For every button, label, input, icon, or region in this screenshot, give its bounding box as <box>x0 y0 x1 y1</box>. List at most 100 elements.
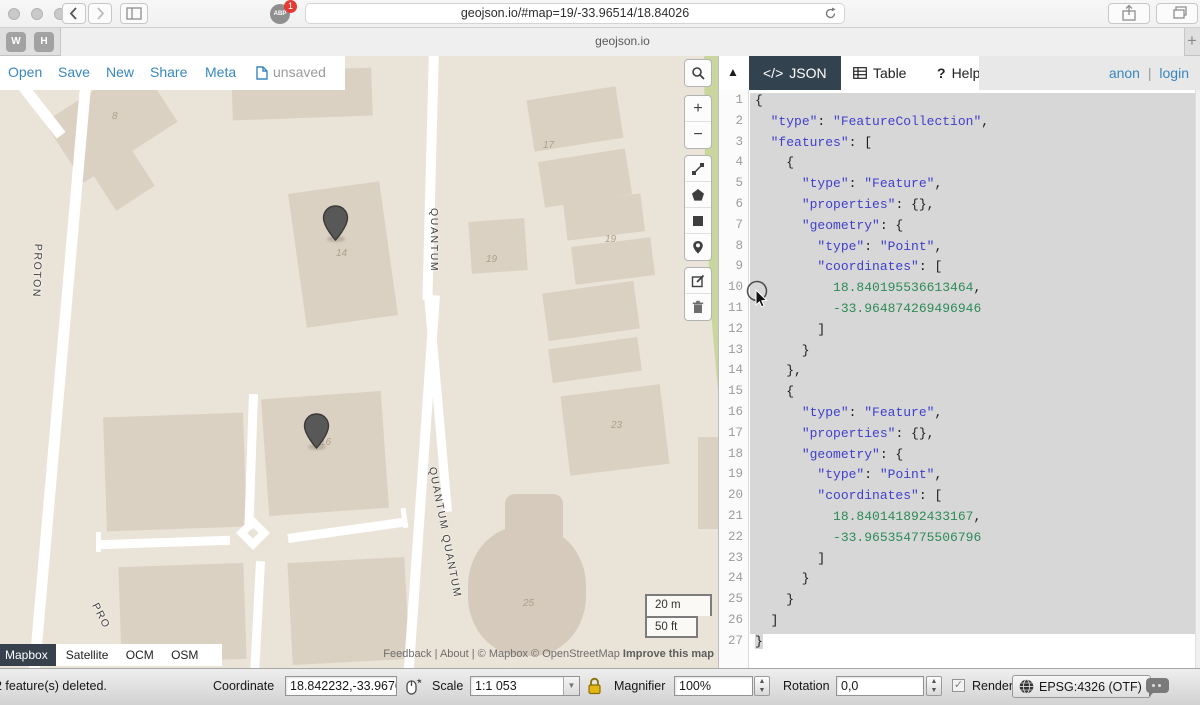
map-canvas[interactable]: PROTON PRO QUANTUM QUANTUM QUANTUM 8 14 … <box>0 56 718 668</box>
line-number: 6 <box>719 197 748 218</box>
zoom-out-button[interactable]: − <box>685 122 711 148</box>
anon-link[interactable]: anon <box>1109 65 1140 81</box>
code-line[interactable]: } <box>750 343 1200 364</box>
rotation-spinner[interactable]: ▲▼ <box>926 676 942 696</box>
messages-icon[interactable] <box>1146 678 1169 693</box>
code-line[interactable]: "properties": {}, <box>750 197 1200 218</box>
code-line[interactable]: "type": "Feature", <box>750 176 1200 197</box>
code-line[interactable]: "type": "Point", <box>750 239 1200 260</box>
code-line[interactable]: { <box>750 93 1200 114</box>
line-number: 4 <box>719 155 748 176</box>
tab-json[interactable]: </> JSON <box>749 56 841 90</box>
edit-features-button[interactable] <box>685 268 711 294</box>
code-line[interactable]: ] <box>750 322 1200 343</box>
url-text: geojson.io/#map=19/-33.96514/18.84026 <box>461 6 689 20</box>
code-line[interactable]: -33.965354775506796 <box>750 530 1200 551</box>
building-label-25: 25 <box>523 598 534 609</box>
code-line[interactable]: "geometry": { <box>750 447 1200 468</box>
feedback-link[interactable]: Feedback <box>383 648 431 660</box>
zoom-in-button[interactable]: + <box>685 96 711 122</box>
code-line[interactable]: } <box>750 592 1200 613</box>
menu-open[interactable]: Open <box>8 64 42 80</box>
reload-icon[interactable] <box>824 7 837 20</box>
window-close-button[interactable] <box>8 8 20 20</box>
menu-save[interactable]: Save <box>58 64 90 80</box>
code-line[interactable]: -33.964874269496946 <box>750 301 1200 322</box>
basemap-satellite[interactable]: Satellite <box>66 648 109 662</box>
map-marker-1[interactable] <box>322 205 349 241</box>
map-marker-2[interactable] <box>303 413 330 449</box>
building-label-8: 8 <box>112 111 118 122</box>
basemap-mapbox[interactable]: Mapbox <box>0 644 56 666</box>
draw-marker-button[interactable] <box>685 234 711 260</box>
editor-code[interactable]: { "type": "FeatureCollection", "features… <box>750 90 1200 668</box>
draw-line-button[interactable] <box>685 156 711 182</box>
code-line[interactable]: ] <box>750 613 1200 634</box>
tab-table[interactable]: Table <box>839 56 920 90</box>
code-line[interactable]: ] <box>750 551 1200 572</box>
code-line[interactable]: }, <box>750 363 1200 384</box>
menu-meta[interactable]: Meta <box>205 64 236 80</box>
map-road <box>98 536 230 550</box>
json-editor[interactable]: 1234567891011121314151617181920212223242… <box>719 90 1200 668</box>
code-icon: </> <box>763 65 783 81</box>
about-link[interactable]: About <box>440 648 469 660</box>
show-tabs-button[interactable] <box>1156 3 1198 24</box>
status-message: 2 feature(s) deleted. <box>0 679 107 693</box>
menu-new[interactable]: New <box>106 64 134 80</box>
basemap-osm[interactable]: OSM <box>171 648 198 662</box>
login-link[interactable]: login <box>1159 65 1189 81</box>
line-number: 8 <box>719 239 748 260</box>
draw-polygon-button[interactable] <box>685 182 711 208</box>
street-label-proton: PROTON <box>30 244 44 299</box>
code-line[interactable]: "geometry": { <box>750 218 1200 239</box>
code-line[interactable]: "features": [ <box>750 135 1200 156</box>
improve-map-link[interactable]: Improve this map <box>623 648 714 660</box>
magnifier-spinner[interactable]: ▲▼ <box>754 676 770 696</box>
pinned-tab-h[interactable]: H <box>34 32 54 52</box>
sidebar-toggle-button[interactable] <box>120 3 148 24</box>
code-line[interactable]: } <box>750 571 1200 592</box>
code-line[interactable]: { <box>750 155 1200 176</box>
line-number: 7 <box>719 218 748 239</box>
code-line[interactable]: "properties": {}, <box>750 426 1200 447</box>
code-line[interactable]: 18.840141892433167, <box>750 509 1200 530</box>
magnifier-input[interactable]: 100% <box>674 676 753 696</box>
coordinate-input[interactable]: 18.842232,-33.967060 <box>285 676 397 696</box>
line-number: 23 <box>719 551 748 572</box>
crs-status-button[interactable]: EPSG:4326 (OTF) <box>1012 675 1151 698</box>
code-line[interactable]: 18.840195536613464, <box>750 280 1200 301</box>
share-button[interactable] <box>1108 3 1150 24</box>
code-line[interactable]: "type": "Point", <box>750 467 1200 488</box>
scale-combobox[interactable]: 1:1 053 ▼ <box>470 676 580 696</box>
code-line[interactable]: } <box>750 634 1200 655</box>
url-bar[interactable]: geojson.io/#map=19/-33.96514/18.84026 <box>305 3 845 24</box>
active-tab[interactable]: geojson.io <box>60 28 1185 56</box>
search-button[interactable] <box>685 60 711 86</box>
menu-share[interactable]: Share <box>150 64 187 80</box>
rotation-input[interactable]: 0,0 <box>836 676 924 696</box>
basemap-ocm[interactable]: OCM <box>126 648 154 662</box>
mouse-position-toggle[interactable] <box>402 676 424 696</box>
scale-lock-button[interactable] <box>586 676 605 697</box>
code-line[interactable]: "coordinates": [ <box>750 259 1200 280</box>
tabs-overview-icon <box>1157 4 1197 23</box>
render-checkbox[interactable]: ✓ <box>952 679 965 692</box>
code-line[interactable]: "type": "Feature", <box>750 405 1200 426</box>
collapse-panel-arrow-icon[interactable]: ▲ <box>727 65 739 79</box>
draw-rectangle-button[interactable] <box>685 208 711 234</box>
dropdown-arrow-icon[interactable]: ▼ <box>563 677 579 695</box>
forward-button[interactable] <box>88 3 112 24</box>
new-tab-button[interactable]: + <box>1184 28 1200 56</box>
pinned-tab-w[interactable]: W <box>6 32 26 52</box>
line-number: 5 <box>719 176 748 197</box>
delete-features-button[interactable] <box>685 294 711 320</box>
back-button[interactable] <box>62 3 86 24</box>
editor-scrollbar[interactable] <box>1195 90 1200 668</box>
window-minimize-button[interactable] <box>31 8 43 20</box>
mapbox-copyright[interactable]: © Mapbox <box>478 648 528 660</box>
code-line[interactable]: { <box>750 384 1200 405</box>
code-line[interactable]: "type": "FeatureCollection", <box>750 114 1200 135</box>
code-line[interactable]: "coordinates": [ <box>750 488 1200 509</box>
osm-copyright[interactable]: © OpenStreetMap <box>531 648 620 660</box>
